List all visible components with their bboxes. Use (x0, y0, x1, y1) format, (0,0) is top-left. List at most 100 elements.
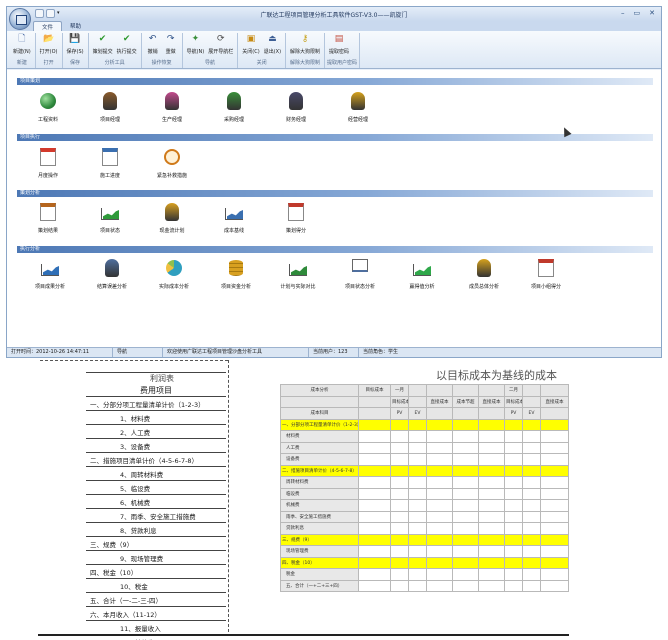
cost-cell[interactable] (358, 522, 391, 535)
module-button[interactable]: 经营经理 (327, 90, 389, 123)
cost-cell[interactable] (390, 545, 409, 558)
cost-cell[interactable] (522, 545, 541, 558)
cost-cell[interactable] (426, 579, 453, 592)
module-button[interactable]: 成本基线 (203, 201, 265, 234)
cost-cell[interactable] (522, 556, 541, 569)
cost-cell[interactable] (358, 464, 391, 477)
cost-cell[interactable] (390, 453, 409, 466)
cost-cell[interactable] (522, 533, 541, 546)
cost-cell[interactable] (504, 430, 523, 443)
cost-cell[interactable] (358, 499, 391, 512)
cost-cell[interactable] (390, 522, 409, 535)
cost-cell[interactable] (478, 487, 505, 500)
module-button[interactable]: 项目小组得分 (515, 257, 577, 290)
module-button[interactable]: 生产经理 (141, 90, 203, 123)
cost-cell[interactable] (540, 453, 569, 466)
cost-cell[interactable] (358, 418, 391, 431)
module-button[interactable]: 项目成果分析 (19, 257, 81, 290)
cost-cell[interactable] (504, 579, 523, 592)
cost-cell[interactable] (540, 499, 569, 512)
cost-cell[interactable] (504, 533, 523, 546)
cost-cell[interactable] (478, 533, 505, 546)
cost-cell[interactable] (358, 579, 391, 592)
cost-cell[interactable] (504, 453, 523, 466)
cost-cell[interactable] (478, 522, 505, 535)
cost-cell[interactable] (540, 430, 569, 443)
cost-cell[interactable] (390, 430, 409, 443)
cost-cell[interactable] (426, 533, 453, 546)
cost-cell[interactable] (452, 499, 479, 512)
cost-cell[interactable] (358, 453, 391, 466)
ribbon-button[interactable]: ⟳ 展开导航栏 (206, 33, 235, 59)
cost-cell[interactable] (408, 476, 427, 489)
cost-cell[interactable] (426, 476, 453, 489)
cost-cell[interactable] (408, 545, 427, 558)
ribbon-button[interactable]: ⚷ 解除大狗限制 (288, 33, 322, 59)
cost-cell[interactable] (504, 556, 523, 569)
module-button[interactable]: 采购经理 (203, 90, 265, 123)
cost-cell[interactable] (408, 441, 427, 454)
module-button[interactable]: 施工进度 (79, 146, 141, 179)
cost-cell[interactable] (540, 418, 569, 431)
cost-cell[interactable] (390, 579, 409, 592)
cost-cell[interactable] (358, 556, 391, 569)
cost-cell[interactable] (408, 464, 427, 477)
cost-cell[interactable] (522, 487, 541, 500)
cost-cell[interactable] (522, 464, 541, 477)
cost-cell[interactable] (540, 579, 569, 592)
ribbon-button[interactable]: ▣ 关闭(C) (240, 33, 261, 59)
cost-cell[interactable] (478, 453, 505, 466)
cost-cell[interactable] (408, 487, 427, 500)
cost-cell[interactable] (540, 533, 569, 546)
module-button[interactable]: 月度操作 (17, 146, 79, 179)
cost-cell[interactable] (358, 430, 391, 443)
ribbon-button[interactable]: 💾 保存(S) (65, 33, 86, 59)
cost-cell[interactable] (426, 499, 453, 512)
module-button[interactable]: 策划结果 (17, 201, 79, 234)
cost-cell[interactable] (522, 476, 541, 489)
cost-cell[interactable] (452, 545, 479, 558)
cost-cell[interactable] (390, 510, 409, 523)
cost-cell[interactable] (522, 430, 541, 443)
cost-cell[interactable] (390, 464, 409, 477)
module-button[interactable]: 项目经理 (79, 90, 141, 123)
cost-cell[interactable] (540, 568, 569, 581)
module-button[interactable]: 项目资金分析 (205, 257, 267, 290)
cost-cell[interactable] (452, 418, 479, 431)
cost-cell[interactable] (390, 556, 409, 569)
ribbon-button[interactable]: 🗋 新建(N) (11, 33, 33, 59)
cost-cell[interactable] (540, 556, 569, 569)
cost-cell[interactable] (478, 579, 505, 592)
ribbon-button[interactable]: ⏏ 退出(X) (262, 33, 283, 59)
cost-cell[interactable] (540, 522, 569, 535)
cost-cell[interactable] (358, 568, 391, 581)
minimize-icon[interactable]: – (621, 9, 625, 17)
cost-cell[interactable] (478, 510, 505, 523)
cost-cell[interactable] (452, 430, 479, 443)
cost-cell[interactable] (426, 556, 453, 569)
cost-cell[interactable] (408, 556, 427, 569)
cost-cell[interactable] (408, 522, 427, 535)
cost-cell[interactable] (522, 510, 541, 523)
cost-cell[interactable] (504, 499, 523, 512)
cost-cell[interactable] (478, 441, 505, 454)
module-button[interactable]: 财务经理 (265, 90, 327, 123)
module-button[interactable]: 计划与实际对比 (267, 257, 329, 290)
ribbon-button[interactable]: ↶ 撤销 (144, 33, 162, 59)
cost-cell[interactable] (452, 487, 479, 500)
cost-cell[interactable] (540, 510, 569, 523)
cost-cell[interactable] (390, 487, 409, 500)
cost-cell[interactable] (522, 499, 541, 512)
cost-cell[interactable] (522, 522, 541, 535)
cost-cell[interactable] (478, 418, 505, 431)
cost-cell[interactable] (390, 533, 409, 546)
ribbon-button[interactable]: ↷ 重做 (162, 33, 180, 59)
module-button[interactable]: 实际成本分析 (143, 257, 205, 290)
ribbon-button[interactable]: ✔ 执行提交 (115, 33, 139, 59)
cost-cell[interactable] (522, 453, 541, 466)
cost-cell[interactable] (452, 533, 479, 546)
module-button[interactable]: 工程资料 (17, 90, 79, 123)
cost-cell[interactable] (426, 522, 453, 535)
cost-cell[interactable] (358, 441, 391, 454)
cost-cell[interactable] (452, 556, 479, 569)
